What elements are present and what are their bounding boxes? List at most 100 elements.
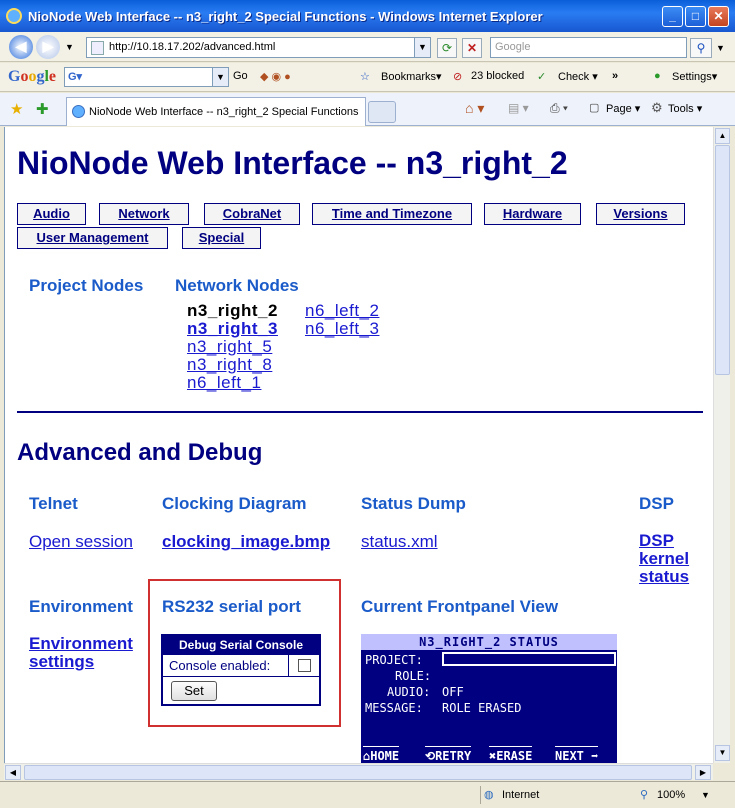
telnet-open-session-link[interactable]: Open session	[29, 532, 133, 552]
page-menu[interactable]: Page ▾	[606, 102, 640, 115]
console-enabled-row: Console enabled:	[163, 655, 319, 677]
rs232-heading: RS232 serial port	[162, 597, 301, 616]
page-title: NioNode Web Interface -- n3_right_2	[17, 145, 568, 181]
google-go-button[interactable]: Go	[233, 70, 248, 82]
node-link[interactable]: n3_right_3	[187, 319, 278, 339]
scroll-right-icon[interactable]: ▶	[695, 765, 711, 780]
lcd-label: MESSAGE:	[365, 701, 423, 715]
google-search-input[interactable]: G▾ ▼	[64, 67, 229, 87]
settings-button[interactable]: Settings▾	[672, 70, 717, 83]
nav-cobranet[interactable]: CobraNet	[204, 203, 300, 225]
tools-gear-icon: ⚙	[651, 100, 663, 115]
more-button[interactable]: »	[612, 70, 618, 82]
url-dropdown-icon[interactable]: ▼	[414, 37, 431, 58]
refresh-icon[interactable]: ⟳	[437, 38, 457, 58]
window-title-bar: NioNode Web Interface -- n3_right_2 Spec…	[0, 0, 735, 32]
debug-serial-console: Debug Serial Console Console enabled: Se…	[161, 634, 321, 706]
feeds-icon[interactable]: ▤ ▾	[508, 101, 529, 115]
node-link[interactable]: n6_left_3	[305, 319, 379, 339]
zoom-dropdown-icon[interactable]: ▼	[701, 790, 710, 800]
history-dropdown-icon[interactable]: ▼	[65, 42, 74, 52]
nav-versions[interactable]: Versions	[596, 203, 685, 225]
add-favorites-icon[interactable]: ✚	[36, 100, 49, 118]
print-icon[interactable]: ⎙ ▾	[550, 101, 568, 116]
environment-settings-link[interactable]: Environment settings	[29, 635, 133, 671]
page-icon	[91, 41, 104, 55]
console-enabled-label: Console enabled:	[169, 658, 271, 673]
horizontal-scrollbar[interactable]: ◀ ▶	[4, 763, 713, 780]
clocking-image-link[interactable]: clocking_image.bmp	[162, 532, 330, 552]
project-nodes-heading: Project Nodes	[29, 276, 144, 295]
nav-hardware[interactable]: Hardware	[484, 203, 581, 225]
node-link[interactable]: n6_left_2	[305, 301, 379, 321]
lcd-value: ROLE ERASED	[442, 701, 522, 715]
vertical-scroll-thumb[interactable]	[715, 145, 730, 375]
search-icon[interactable]: ⚲	[690, 38, 712, 58]
status-xml-link[interactable]: status.xml	[361, 532, 438, 552]
bookmarks-button[interactable]: Bookmarks▾	[381, 70, 442, 83]
maximize-button[interactable]: □	[685, 6, 706, 27]
forward-button[interactable]: ▶	[36, 35, 60, 59]
lcd-label: PROJECT:	[365, 653, 423, 667]
star-icon[interactable]: ☆	[360, 70, 370, 83]
network-nodes-heading: Network Nodes	[175, 276, 299, 295]
toolbar-buttons-icon[interactable]: ◆ ◉ ●	[260, 70, 291, 83]
advanced-heading: Advanced and Debug	[17, 439, 263, 466]
tab-bar: ★ ✚ NioNode Web Interface -- n3_right_2 …	[0, 93, 735, 126]
favorites-star-icon[interactable]: ★	[10, 100, 23, 118]
close-button[interactable]: ✕	[708, 6, 729, 27]
next-arrow-icon: ➡	[583, 749, 599, 763]
google-g-icon: G▾	[68, 71, 83, 83]
nav-special[interactable]: Special	[182, 227, 261, 249]
divider	[17, 411, 703, 413]
google-dropdown-icon[interactable]: ▼	[212, 68, 228, 86]
url-text: http://10.18.17.202/advanced.html	[109, 41, 276, 53]
popup-blocked-button[interactable]: 23 blocked	[471, 70, 524, 82]
window-title: NioNode Web Interface -- n3_right_2 Spec…	[28, 9, 543, 24]
current-node: n3_right_2	[187, 301, 278, 320]
dsp-kernel-status-link[interactable]: DSP kernel status	[639, 532, 689, 586]
lcd-home-button: ⌂HOME	[363, 746, 400, 763]
console-enabled-checkbox[interactable]	[298, 659, 311, 672]
vertical-scrollbar[interactable]: ▲ ▼	[713, 127, 730, 763]
zoom-icon: ⚲	[640, 789, 649, 801]
scroll-left-icon[interactable]: ◀	[5, 765, 21, 780]
status-dump-heading: Status Dump	[361, 494, 466, 513]
nav-audio[interactable]: Audio	[17, 203, 86, 225]
telnet-heading: Telnet	[29, 494, 78, 513]
back-button[interactable]: ◀	[9, 35, 33, 59]
console-title: Debug Serial Console	[163, 636, 319, 655]
url-input[interactable]: http://10.18.17.202/advanced.html	[86, 37, 431, 58]
nav-user-management[interactable]: User Management	[17, 227, 168, 249]
lcd-label: AUDIO:	[387, 685, 431, 699]
nav-network[interactable]: Network	[99, 203, 189, 225]
google-logo: Google	[8, 68, 57, 85]
scroll-down-icon[interactable]: ▼	[715, 745, 730, 761]
lcd-next-button: NEXT ➡	[555, 746, 599, 763]
check-button[interactable]: Check ▾	[558, 70, 598, 83]
back-arrow-icon: ◀	[15, 38, 27, 54]
nav-time-timezone[interactable]: Time and Timezone	[312, 203, 472, 225]
environment-heading: Environment	[29, 597, 133, 616]
new-tab-button[interactable]	[368, 101, 396, 123]
zoom-level[interactable]: 100%	[657, 789, 685, 801]
minimize-button[interactable]: _	[662, 6, 683, 27]
google-toolbar: Google G▾ ▼ Go ◆ ◉ ● ☆ Bookmarks▾ ⊘ 23 bl…	[0, 63, 735, 92]
node-link[interactable]: n3_right_5	[187, 337, 272, 357]
home-icon[interactable]: ⌂ ▾	[465, 100, 484, 117]
search-options-icon[interactable]: ▼	[716, 43, 725, 53]
tab-current[interactable]: NioNode Web Interface -- n3_right_2 Spec…	[66, 97, 366, 126]
node-link[interactable]: n3_right_8	[187, 355, 272, 375]
forward-arrow-icon: ▶	[42, 38, 54, 54]
scroll-up-icon[interactable]: ▲	[715, 128, 730, 144]
lcd-erase-button: ✖ERASE	[489, 746, 533, 763]
stop-icon[interactable]: ✕	[462, 38, 482, 58]
popup-blocker-icon: ⊘	[453, 71, 463, 83]
search-input[interactable]: Google	[490, 37, 687, 58]
frontpanel-lcd: N3_RIGHT_2 STATUS PROJECT: ROLE: AUDIO: …	[361, 634, 617, 763]
page-menu-icon: ▢	[589, 102, 600, 114]
tools-menu[interactable]: Tools ▾	[668, 102, 702, 115]
horizontal-scroll-thumb[interactable]	[24, 765, 692, 780]
node-link[interactable]: n6_left_1	[187, 373, 261, 393]
set-button[interactable]: Set	[171, 681, 217, 701]
